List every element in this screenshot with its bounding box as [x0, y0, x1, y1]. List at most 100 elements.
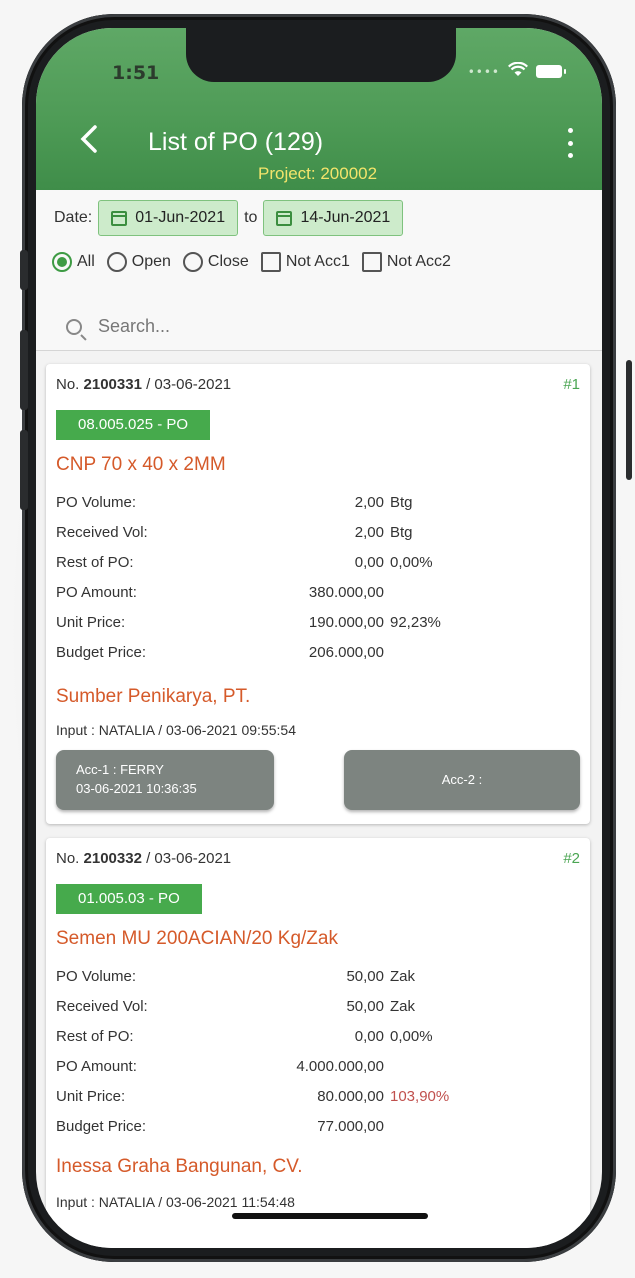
volume-up-button	[20, 330, 28, 410]
received-vol-row: Received Vol: 50,00 Zak	[56, 998, 476, 1022]
more-menu-button[interactable]	[564, 128, 576, 158]
status-time: 1:51	[112, 62, 160, 84]
unit-price-row: Unit Price: 80.000,00 103,90%	[56, 1088, 476, 1112]
radio-all[interactable]: All	[52, 252, 95, 272]
checkbox-not-acc1[interactable]: Not Acc1	[260, 252, 350, 272]
rest-of-po-row: Rest of PO: 0,00 0,00%	[56, 1028, 476, 1052]
received-vol-unit: Zak	[390, 998, 416, 1015]
po-index: #1	[563, 376, 580, 393]
checkbox-not-acc2[interactable]: Not Acc2	[361, 252, 451, 272]
date-to-picker[interactable]: 14-Jun-2021	[263, 200, 404, 236]
po-number-line: No. 2100331 / 03-06-2021	[56, 376, 231, 393]
supplier-name: Sumber Penikarya, PT.	[56, 686, 251, 707]
rest-of-po-value: 0,00	[354, 1028, 384, 1045]
calendar-icon	[111, 210, 128, 226]
received-vol-label: Received Vol:	[56, 524, 148, 541]
budget-price-value: 206.000,00	[308, 644, 384, 661]
item-name: CNP 70 x 40 x 2MM	[56, 454, 226, 475]
unit-price-label: Unit Price:	[56, 614, 126, 631]
acc2-button[interactable]: Acc-2 :	[344, 750, 580, 810]
battery-icon	[536, 65, 566, 78]
search-input[interactable]: Search...	[66, 316, 170, 337]
po-amount-value: 380.000,00	[308, 584, 384, 601]
notch	[186, 28, 456, 82]
po-no-prefix: No.	[56, 850, 84, 867]
po-volume-label: PO Volume:	[56, 494, 137, 511]
po-card[interactable]: No. 2100331 / 03-06-2021 #1 08.005.025 -…	[46, 364, 590, 824]
status-filter-row: All Open Close Not Acc1 Not Acc2	[52, 252, 457, 272]
po-amount-row: PO Amount: 380.000,00	[56, 584, 476, 608]
radio-close-label: Close	[207, 253, 249, 270]
po-volume-value: 2,00	[354, 494, 384, 511]
filter-panel: Date: 01-Jun-2021 to 14-Jun-2021 All Ope…	[36, 190, 602, 350]
status-icons: ••••	[468, 61, 566, 81]
device-stage: 1:51 •••• List of PO (129) Project: 2000…	[0, 0, 635, 1278]
volume-down-button	[20, 430, 28, 510]
po-no-prefix: No.	[56, 376, 84, 393]
received-vol-row: Received Vol: 2,00 Btg	[56, 524, 476, 548]
wifi-icon	[508, 61, 528, 81]
radio-icon	[182, 252, 203, 272]
received-vol-value: 50,00	[346, 998, 384, 1015]
po-date: / 03-06-2021	[141, 850, 232, 867]
chevron-left-icon	[80, 125, 97, 153]
budget-price-row: Budget Price: 206.000,00	[56, 644, 476, 668]
date-from-picker[interactable]: 01-Jun-2021	[98, 200, 239, 236]
po-card[interactable]: No. 2100332 / 03-06-2021 #2 01.005.03 - …	[46, 838, 590, 1248]
radio-all-label: All	[77, 253, 95, 270]
back-button[interactable]	[78, 124, 108, 160]
search-placeholder: Search...	[98, 316, 171, 336]
po-number: 2100331	[83, 376, 142, 393]
received-vol-value: 2,00	[354, 524, 384, 541]
radio-open-label: Open	[131, 253, 171, 270]
po-amount-label: PO Amount:	[56, 584, 137, 601]
po-amount-label: PO Amount:	[56, 1058, 137, 1075]
po-code-badge: 08.005.025 - PO	[56, 410, 211, 440]
budget-price-value: 77.000,00	[317, 1118, 384, 1135]
po-volume-label: PO Volume:	[56, 968, 137, 985]
date-to-value: 14-Jun-2021	[300, 209, 391, 226]
radio-close[interactable]: Close	[182, 252, 249, 272]
date-from-value: 01-Jun-2021	[135, 209, 226, 226]
rest-of-po-percent: 0,00%	[390, 554, 433, 571]
radio-icon	[106, 252, 127, 272]
po-number-line: No. 2100332 / 03-06-2021	[56, 850, 231, 867]
filter-divider	[36, 350, 602, 351]
app-header: 1:51 •••• List of PO (129) Project: 2000…	[36, 28, 602, 190]
more-vertical-icon	[567, 128, 573, 133]
po-index: #2	[563, 850, 580, 867]
po-amount-value: 4.000.000,00	[296, 1058, 384, 1075]
acc1-timestamp: 03-06-2021 10:36:35	[76, 781, 197, 796]
po-number: 2100332	[83, 850, 142, 867]
acc1-button[interactable]: Acc-1 : FERRY 03-06-2021 10:36:35	[56, 750, 274, 810]
unit-price-value: 190.000,00	[308, 614, 384, 631]
po-code-badge: 01.005.03 - PO	[56, 884, 202, 914]
unit-price-percent: 92,23%	[390, 614, 441, 631]
input-info: Input : NATALIA / 03-06-2021 11:54:48	[56, 1194, 295, 1210]
home-indicator[interactable]	[232, 1213, 428, 1219]
radio-selected-icon	[52, 252, 72, 272]
checkbox-icon	[260, 252, 281, 272]
budget-price-row: Budget Price: 77.000,00	[56, 1118, 476, 1142]
rest-of-po-label: Rest of PO:	[56, 1028, 134, 1045]
supplier-name: Inessa Graha Bangunan, CV.	[56, 1156, 303, 1177]
radio-open[interactable]: Open	[106, 252, 171, 272]
app-screen: 1:51 •••• List of PO (129) Project: 2000…	[36, 28, 602, 1248]
date-range-row: Date: 01-Jun-2021 to 14-Jun-2021	[54, 200, 404, 236]
checkbox-not-acc2-label: Not Acc2	[386, 253, 451, 270]
acc1-approver: Acc-1 : FERRY	[76, 762, 164, 777]
checkbox-not-acc1-label: Not Acc1	[285, 253, 350, 270]
mute-switch	[20, 250, 28, 290]
input-info: Input : NATALIA / 03-06-2021 09:55:54	[56, 722, 296, 738]
po-volume-row: PO Volume: 50,00 Zak	[56, 968, 476, 992]
budget-price-label: Budget Price:	[56, 644, 147, 661]
unit-price-percent: 103,90%	[390, 1088, 450, 1105]
budget-price-label: Budget Price:	[56, 1118, 147, 1135]
item-name: Semen MU 200ACIAN/20 Kg/Zak	[56, 928, 338, 949]
po-date: / 03-06-2021	[141, 376, 232, 393]
po-volume-unit: Zak	[390, 968, 416, 985]
rest-of-po-percent: 0,00%	[390, 1028, 433, 1045]
to-label: to	[244, 209, 258, 226]
unit-price-row: Unit Price: 190.000,00 92,23%	[56, 614, 476, 638]
date-label: Date:	[54, 209, 93, 226]
